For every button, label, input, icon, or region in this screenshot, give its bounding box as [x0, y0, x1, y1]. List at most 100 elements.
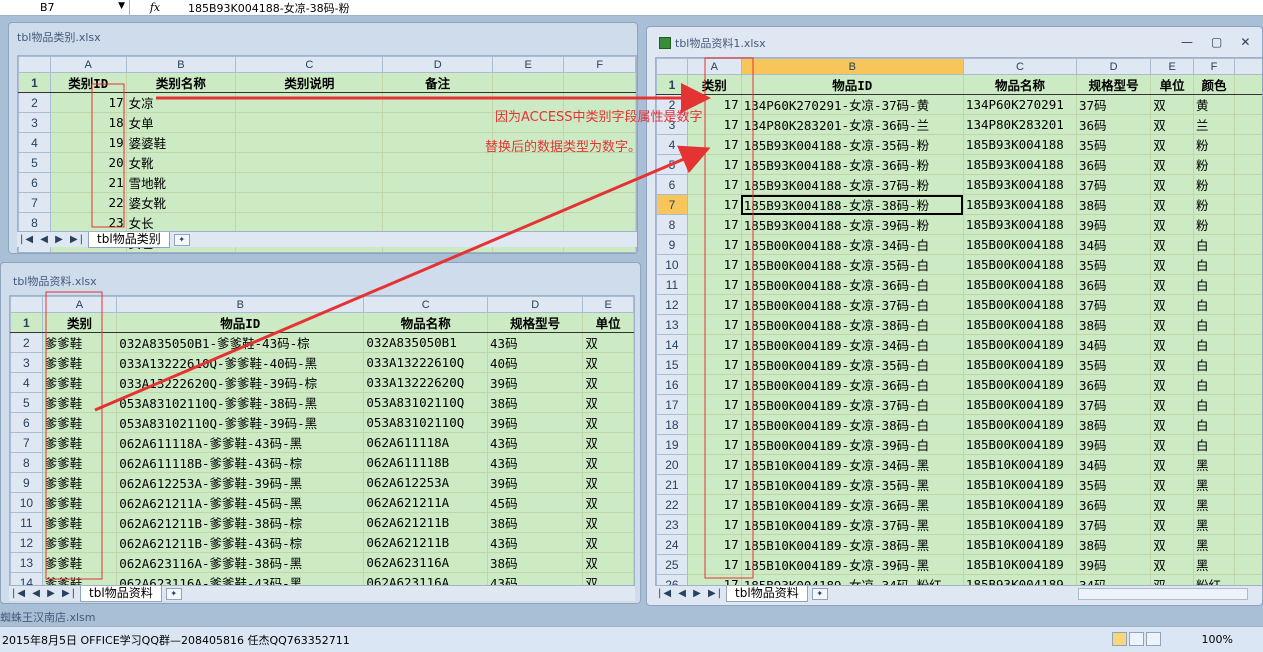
cell[interactable]: 17 — [686, 174, 742, 195]
header-cell[interactable]: 规格型号 — [487, 312, 584, 333]
cell[interactable]: 双 — [582, 532, 634, 553]
cell[interactable]: 39码 — [487, 472, 584, 493]
cell[interactable]: 35码 — [1075, 134, 1152, 155]
cell[interactable] — [1234, 394, 1262, 415]
cell[interactable]: 双 — [1150, 254, 1195, 275]
cell[interactable]: 185B00K004188 — [962, 254, 1077, 275]
cell[interactable]: 爹爹鞋 — [41, 532, 118, 553]
cell[interactable]: 17 — [686, 354, 742, 375]
cell[interactable]: 17 — [686, 514, 742, 535]
row-number[interactable]: 7 — [18, 192, 51, 213]
cell[interactable]: 185B10K004189 — [962, 514, 1077, 535]
cell[interactable]: 17 — [686, 234, 742, 255]
header-cell[interactable] — [563, 72, 636, 93]
cell[interactable]: 爹爹鞋 — [41, 352, 118, 373]
header-cell[interactable]: 物品ID — [740, 74, 964, 95]
maximize-icon[interactable]: ▢ — [1211, 35, 1222, 49]
row-number[interactable]: 16 — [656, 374, 688, 395]
cell[interactable]: 白 — [1193, 434, 1236, 455]
column-header[interactable]: B — [740, 58, 964, 75]
cell[interactable] — [563, 172, 636, 193]
cell[interactable] — [382, 132, 493, 153]
row-number[interactable]: 13 — [10, 552, 43, 573]
cell[interactable]: 185B00K004188 — [962, 314, 1077, 335]
cell[interactable]: 双 — [582, 332, 634, 353]
cell[interactable]: 38码 — [1075, 314, 1152, 335]
cell[interactable]: 白 — [1193, 374, 1236, 395]
cell[interactable]: 43码 — [487, 432, 584, 453]
cell[interactable] — [1234, 194, 1262, 215]
row-number[interactable]: 1 — [10, 312, 43, 333]
row-number[interactable]: 6 — [10, 412, 43, 433]
cell[interactable]: 爹爹鞋 — [41, 332, 118, 353]
cell[interactable]: 粉 — [1193, 194, 1236, 215]
tab-nav-icon[interactable]: |◀ ◀ ▶ ▶| — [655, 588, 726, 599]
column-header[interactable]: D — [1075, 58, 1152, 75]
row-number[interactable]: 23 — [656, 514, 688, 535]
cell[interactable]: 粉 — [1193, 214, 1236, 235]
cell[interactable] — [382, 192, 493, 213]
column-header[interactable] — [1234, 58, 1262, 75]
column-header[interactable]: C — [962, 58, 1077, 75]
cell[interactable]: 185B93K004188-女凉-35码-粉 — [740, 134, 964, 155]
cell[interactable]: 雪地靴 — [125, 172, 237, 193]
cell[interactable]: 033A13222620Q — [363, 372, 489, 393]
cell[interactable]: 18 — [49, 112, 127, 133]
cell[interactable]: 白 — [1193, 394, 1236, 415]
cell[interactable] — [235, 172, 384, 193]
cell[interactable]: 40码 — [487, 352, 584, 373]
cell[interactable] — [235, 212, 384, 233]
cell[interactable] — [1234, 534, 1262, 555]
cell[interactable]: 185B00K004189 — [962, 434, 1077, 455]
row-number[interactable]: 4 — [10, 372, 43, 393]
cell[interactable]: 双 — [1150, 214, 1195, 235]
cell[interactable]: 女单 — [125, 112, 237, 133]
cell[interactable]: 053A83102110Q-爹爹鞋-38码-黑 — [116, 392, 365, 413]
cell[interactable]: 185B00K004189-女凉-38码-白 — [740, 414, 964, 435]
header-cell[interactable]: 规格型号 — [1075, 74, 1152, 95]
cell[interactable] — [235, 132, 384, 153]
cell[interactable]: 185B10K004189 — [962, 454, 1077, 475]
cell[interactable]: 双 — [1150, 334, 1195, 355]
cell[interactable] — [491, 192, 565, 213]
cell[interactable]: 17 — [686, 254, 742, 275]
horizontal-scrollbar[interactable] — [1078, 587, 1248, 600]
column-header[interactable]: F — [563, 56, 636, 73]
cell[interactable] — [1234, 274, 1262, 295]
cell[interactable]: 粉 — [1193, 154, 1236, 175]
cell[interactable]: 17 — [686, 394, 742, 415]
cell[interactable]: 21 — [49, 172, 127, 193]
cell[interactable]: 17 — [686, 334, 742, 355]
cell[interactable] — [1234, 494, 1262, 515]
cell[interactable]: 185B10K004189 — [962, 494, 1077, 515]
cell[interactable]: 062A621211A-爹爹鞋-45码-黑 — [116, 492, 365, 513]
cell[interactable]: 36码 — [1075, 374, 1152, 395]
column-header[interactable]: B — [116, 296, 365, 313]
cell[interactable]: 17 — [686, 194, 742, 215]
cell[interactable]: 17 — [686, 554, 742, 575]
row-number[interactable]: 18 — [656, 414, 688, 435]
header-cell[interactable]: 单位 — [582, 312, 634, 333]
cell[interactable] — [1234, 214, 1262, 235]
cell[interactable]: 062A621211B-爹爹鞋-38码-棕 — [116, 512, 365, 533]
cell[interactable] — [1234, 334, 1262, 355]
cell[interactable]: 36码 — [1075, 274, 1152, 295]
row-number[interactable]: 15 — [656, 354, 688, 375]
header-cell[interactable]: 颜色 — [1193, 74, 1236, 95]
cell[interactable]: 053A83102110Q — [363, 412, 489, 433]
cell[interactable]: 17 — [49, 92, 127, 113]
cell[interactable]: 女长 — [125, 212, 237, 233]
cell[interactable]: 双 — [582, 452, 634, 473]
cell[interactable]: 062A612253A-爹爹鞋-39码-黑 — [116, 472, 365, 493]
select-all-corner[interactable] — [18, 56, 51, 73]
cell[interactable]: 黑 — [1193, 494, 1236, 515]
cell[interactable]: 185B00K004189 — [962, 354, 1077, 375]
row-number[interactable]: 10 — [10, 492, 43, 513]
cell[interactable]: 36码 — [1075, 154, 1152, 175]
row-number[interactable]: 3 — [10, 352, 43, 373]
cell[interactable]: 爹爹鞋 — [41, 432, 118, 453]
cell[interactable]: 双 — [582, 512, 634, 533]
cell[interactable]: 38码 — [487, 512, 584, 533]
cell[interactable]: 兰 — [1193, 114, 1236, 135]
header-cell[interactable]: 单位 — [1150, 74, 1195, 95]
